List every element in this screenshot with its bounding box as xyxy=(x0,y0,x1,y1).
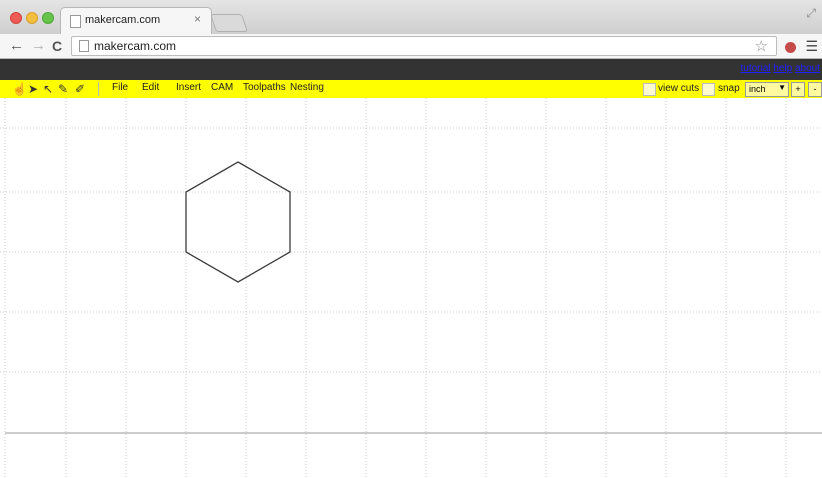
zoom-out-button[interactable]: - xyxy=(808,82,822,97)
browser-toolbar: ← → C makercam.com ☆ ☰ xyxy=(0,34,822,59)
pen-tool-icon[interactable]: ✎ xyxy=(58,81,68,97)
snap-label: snap xyxy=(718,83,740,94)
menu-toolpaths[interactable]: Toolpaths xyxy=(243,82,286,93)
chevron-down-icon: ▼ xyxy=(778,83,786,92)
tab-title: makercam.com xyxy=(85,14,161,26)
hexagon-shape[interactable] xyxy=(185,161,291,283)
menu-insert[interactable]: Insert xyxy=(176,82,201,93)
menu-edit[interactable]: Edit xyxy=(142,82,159,93)
new-tab-button[interactable] xyxy=(210,14,248,32)
node-tool-icon[interactable]: ↖ xyxy=(43,81,53,97)
back-arrow-icon[interactable]: ← xyxy=(9,37,24,54)
window-close-button[interactable] xyxy=(10,12,22,24)
forward-arrow-icon[interactable]: → xyxy=(31,37,46,54)
menu-cam[interactable]: CAM xyxy=(211,82,233,93)
snap-checkbox[interactable] xyxy=(702,83,715,96)
fullscreen-icon[interactable]: ⤢ xyxy=(806,6,816,21)
unit-select[interactable]: inch ▼ xyxy=(745,82,789,97)
page-icon xyxy=(79,40,89,52)
browser-tab[interactable]: makercam.com × xyxy=(60,7,212,35)
page-icon xyxy=(70,15,81,28)
pointer-tool-icon[interactable]: ➤ xyxy=(28,81,38,97)
link-help[interactable]: help xyxy=(773,63,792,74)
window-maximize-button[interactable] xyxy=(42,12,54,24)
app-header: tutorial help about xyxy=(0,59,822,80)
app-toolbar: ☝ ➤ ↖ ✎ ✐ File Edit Insert CAM Toolpaths… xyxy=(0,80,822,98)
link-tutorial[interactable]: tutorial xyxy=(740,63,770,74)
zoom-in-button[interactable]: + xyxy=(791,82,805,97)
menu-file[interactable]: File xyxy=(112,82,128,93)
header-links: tutorial help about xyxy=(740,63,820,74)
view-cuts-checkbox[interactable] xyxy=(643,83,656,96)
star-icon[interactable]: ☆ xyxy=(755,37,768,55)
url-text[interactable]: makercam.com xyxy=(94,39,176,53)
unit-value: inch xyxy=(749,84,766,94)
canvas-grid xyxy=(0,98,822,478)
menu-nesting[interactable]: Nesting xyxy=(290,82,324,93)
reload-icon[interactable]: C xyxy=(52,38,62,54)
browser-tab-strip: makercam.com × ⤢ xyxy=(0,0,822,35)
toolbar-divider xyxy=(98,82,99,96)
tab-close-icon[interactable]: × xyxy=(194,12,201,26)
address-bar[interactable]: makercam.com xyxy=(71,36,777,56)
drawing-canvas[interactable] xyxy=(0,98,822,478)
extension-icon[interactable] xyxy=(785,42,796,53)
view-cuts-label: view cuts xyxy=(658,83,700,94)
hand-tool-icon[interactable]: ☝ xyxy=(12,81,27,97)
menu-icon[interactable]: ☰ xyxy=(805,38,818,55)
link-about[interactable]: about xyxy=(795,63,820,74)
bezier-tool-icon[interactable]: ✐ xyxy=(75,81,85,97)
window-minimize-button[interactable] xyxy=(26,12,38,24)
